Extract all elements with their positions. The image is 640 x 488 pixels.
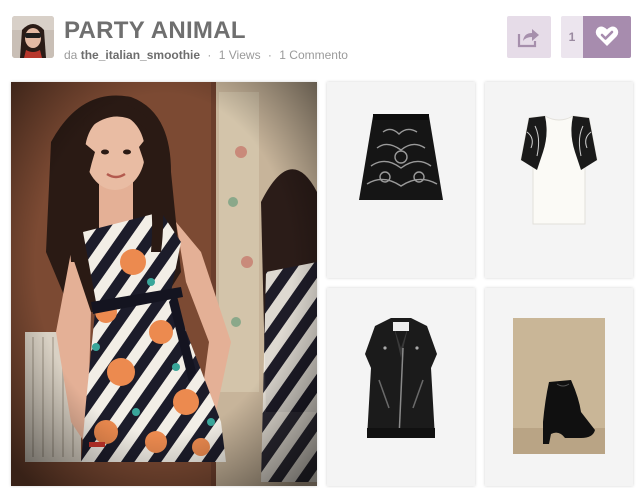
post-header: PARTY ANIMAL da the_italian_smoothie · 1… — [0, 0, 640, 72]
product-skirt[interactable] — [327, 82, 475, 278]
meta-separator: · — [207, 48, 212, 62]
user-avatar[interactable] — [12, 16, 54, 58]
post-meta: da the_italian_smoothie · 1 Views · 1 Co… — [64, 48, 348, 62]
heart-check-icon — [595, 26, 619, 46]
meta-separator: · — [267, 48, 272, 62]
username-link[interactable]: the_italian_smoothie — [81, 48, 200, 62]
like-button[interactable] — [583, 16, 631, 58]
share-arrow-icon — [517, 29, 539, 48]
product-top[interactable] — [485, 82, 633, 278]
outfit-photo[interactable] — [11, 82, 317, 486]
post-title: PARTY ANIMAL — [64, 17, 246, 44]
like-control[interactable]: 1 — [561, 16, 631, 58]
share-button[interactable] — [507, 16, 551, 58]
comments-link[interactable]: 1 Commento — [279, 48, 348, 62]
like-count: 1 — [561, 16, 583, 58]
by-prefix: da — [64, 48, 78, 62]
product-boot[interactable] — [485, 288, 633, 486]
views-count: 1 Views — [218, 48, 261, 62]
product-vest[interactable] — [327, 288, 475, 486]
